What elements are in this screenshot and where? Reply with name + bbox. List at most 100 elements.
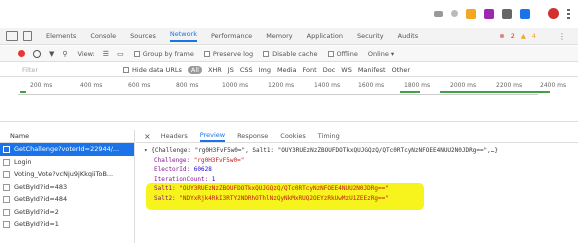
overview-icon[interactable]: ▭ <box>117 50 124 58</box>
filter-font[interactable]: Font <box>303 66 317 74</box>
filter-bar: Filter Hide data URLs All XHR JS CSS Img… <box>0 63 578 77</box>
tick-label: 600 ms <box>128 82 151 89</box>
filter-js[interactable]: JS <box>228 66 234 74</box>
extension-gray-icon[interactable] <box>502 8 512 19</box>
request-row[interactable]: GetById?id=1 <box>0 218 134 231</box>
request-type-icon <box>3 171 10 178</box>
tick-label: 1200 ms <box>268 82 295 89</box>
timeline-request-bar <box>400 91 420 93</box>
tab-performance[interactable]: Performance <box>211 32 252 40</box>
tick-label: 1800 ms <box>404 82 431 89</box>
warning-count: 4 <box>531 32 536 40</box>
filter-icon[interactable]: ▼ <box>49 50 54 58</box>
tick-label: 200 ms <box>30 82 53 89</box>
request-row[interactable]: GetById?id=2 <box>0 206 134 219</box>
filter-input[interactable]: Filter <box>22 66 117 74</box>
filter-ws[interactable]: WS <box>341 66 352 74</box>
clear-button[interactable] <box>33 49 41 58</box>
filter-css[interactable]: CSS <box>240 66 253 74</box>
star-icon[interactable] <box>451 10 458 17</box>
tab-preview[interactable]: Preview <box>199 131 226 142</box>
filter-media[interactable]: Media <box>277 66 297 74</box>
hide-data-urls-checkbox[interactable]: Hide data URLs <box>123 66 182 74</box>
record-button[interactable] <box>18 50 25 57</box>
preserve-log-checkbox[interactable]: Preserve log <box>203 50 253 58</box>
request-row[interactable]: Login <box>0 156 134 169</box>
request-row[interactable]: GetById?id=484 <box>0 193 134 206</box>
request-type-icon <box>3 158 10 166</box>
request-row[interactable]: Voting_Vote?vcNju9jKkqiiToB... <box>0 168 134 181</box>
json-elector-line: ElectorId: 60628 <box>154 166 212 173</box>
extension-blue-icon[interactable] <box>520 8 530 19</box>
request-type-icon <box>3 183 10 191</box>
timeline-overview[interactable]: 200 ms 400 ms 600 ms 800 ms 1000 ms 1200… <box>0 78 578 122</box>
inspect-element-icon[interactable] <box>6 31 18 41</box>
name-column-header[interactable]: Name <box>0 130 134 143</box>
tab-network[interactable]: Network <box>169 30 197 42</box>
tick-label: 1400 ms <box>314 82 341 89</box>
extension-purple-icon[interactable] <box>484 8 494 19</box>
tab-response[interactable]: Response <box>237 132 268 140</box>
devtools-menu-icon[interactable]: ⋮ <box>558 32 566 41</box>
console-status[interactable]: ⊗ 2 ▲ 4 <box>499 32 536 40</box>
request-type-icon <box>3 221 10 228</box>
avatar[interactable] <box>548 8 559 19</box>
tab-memory[interactable]: Memory <box>266 32 292 40</box>
tick-label: 800 ms <box>176 82 199 89</box>
close-icon[interactable]: × <box>144 132 151 141</box>
group-by-frame-checkbox[interactable]: Group by frame <box>133 50 194 58</box>
tick-label: 1000 ms <box>222 82 249 89</box>
tick-label: 1600 ms <box>358 82 385 89</box>
tab-audits[interactable]: Audits <box>398 32 418 40</box>
request-row[interactable]: GetChallenge?voterId=22944/... <box>0 143 134 156</box>
detail-tab-bar: × Headers Preview Response Cookies Timin… <box>136 130 578 143</box>
tick-label: 2000 ms <box>450 82 477 89</box>
search-icon[interactable]: ⚲ <box>62 50 67 58</box>
tab-sources[interactable]: Sources <box>130 32 156 40</box>
filter-other[interactable]: Other <box>392 66 410 74</box>
request-type-icon <box>3 208 10 216</box>
tab-cookies[interactable]: Cookies <box>280 132 305 140</box>
json-iteration-line: IterationCount: 1 <box>154 175 216 183</box>
json-salt1-line: Salt1: "OUY3RUEzNzZBOUFDOTkxQUJGQzQ/QTc0… <box>154 185 389 192</box>
json-summary-line[interactable]: ▾ {Challenge: "rg0H3FvF5w0=", Salt1: "OU… <box>144 146 578 156</box>
menu-kebab-icon[interactable] <box>567 8 570 19</box>
timeline-request-bar <box>440 91 550 93</box>
filter-manifest[interactable]: Manifest <box>358 66 386 74</box>
filter-doc[interactable]: Doc <box>323 66 336 74</box>
error-count: 2 <box>510 32 515 40</box>
tick-label: 2400 ms <box>540 82 567 89</box>
filter-all[interactable]: All <box>187 65 202 74</box>
device-toolbar-icon[interactable] <box>23 31 32 41</box>
tick-label: 2200 ms <box>496 82 523 89</box>
tick-label: 400 ms <box>80 82 103 89</box>
disable-cache-checkbox[interactable]: Disable cache <box>263 50 318 58</box>
key-icon[interactable] <box>434 10 443 17</box>
request-row[interactable]: GetById?id=483 <box>0 181 134 194</box>
tab-timing[interactable]: Timing <box>318 132 340 140</box>
large-rows-icon[interactable]: ☰ <box>103 50 109 58</box>
warning-icon: ▲ <box>520 32 526 40</box>
timeline-request-bar <box>20 91 26 93</box>
offline-checkbox[interactable]: Offline <box>327 50 358 58</box>
extension-orange-icon[interactable] <box>466 8 476 19</box>
error-icon: ⊗ <box>499 32 505 40</box>
tab-application[interactable]: Application <box>307 32 343 40</box>
filter-xhr[interactable]: XHR <box>208 66 222 74</box>
network-toolbar: ▼ ⚲ View: ☰ ▭ Group by frame Preserve lo… <box>0 46 578 62</box>
tab-console[interactable]: Console <box>90 32 116 40</box>
tab-security[interactable]: Security <box>357 32 384 40</box>
json-challenge-line: Challenge: "rg0H3FvF5w0=" <box>154 156 245 164</box>
throttling-select[interactable]: Online ▾ <box>368 50 394 58</box>
browser-extension-bar <box>0 0 578 24</box>
request-type-icon <box>3 146 10 153</box>
timeline-track <box>18 94 538 95</box>
filter-img[interactable]: Img <box>259 66 271 74</box>
tab-headers[interactable]: Headers <box>161 132 188 140</box>
request-detail-panel: × Headers Preview Response Cookies Timin… <box>136 130 578 243</box>
extension-icons <box>434 8 570 19</box>
tab-elements[interactable]: Elements <box>46 32 76 40</box>
json-salt2-line: Salt2: "NDYxRjk4RkI3RTY2NDRhOThlNzQyNkMx… <box>154 194 389 202</box>
request-type-icon <box>3 196 10 203</box>
request-list: Name GetChallenge?voterId=22944/... Logi… <box>0 130 135 243</box>
